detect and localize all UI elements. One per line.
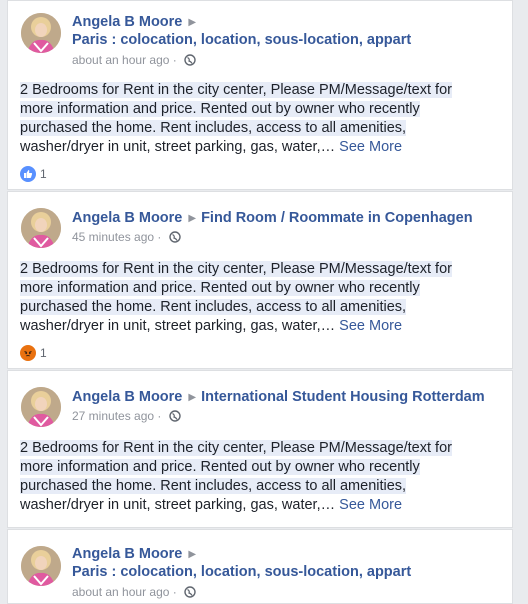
post-text-line: purchased the home. Rent includes, acces…	[20, 299, 407, 315]
post-card: Angela B Moore ▶ International Student Hou…	[7, 370, 513, 528]
post-card: Angela B Moore ▶ Find Room / Roommate in C…	[7, 191, 513, 369]
caret-right-icon: ▶	[188, 213, 197, 224]
group-name[interactable]: Find Room / Roommate in Copenhagen	[201, 210, 472, 226]
globe-icon	[184, 586, 196, 598]
post-text-line: 2 Bedrooms for Rent in the city center, …	[20, 261, 452, 277]
author-name[interactable]: Angela B Moore	[72, 14, 182, 30]
author-name[interactable]: Angela B Moore	[72, 389, 182, 405]
avatar[interactable]	[21, 387, 61, 427]
post-meta: about an hour ago ·	[72, 53, 196, 67]
post-text-line: more information and price. Rented out b…	[20, 280, 420, 296]
post-header: Angela B Moore ▶	[72, 546, 201, 562]
profile-photo-icon	[21, 387, 61, 427]
timestamp[interactable]: 27 minutes ago	[72, 409, 154, 423]
post-text-line: washer/dryer in unit, street parking, ga…	[20, 318, 340, 334]
profile-photo-icon	[21, 208, 61, 248]
post-text-line: 2 Bedrooms for Rent in the city center, …	[20, 440, 452, 456]
post-header: Angela B Moore ▶	[72, 14, 201, 30]
post-header: Angela B Moore ▶ International Student Hou…	[72, 389, 485, 405]
see-more-link[interactable]: See More	[339, 318, 402, 334]
post-card: Angela B Moore ▶ Paris : colocation, loca…	[7, 0, 513, 190]
globe-icon	[184, 54, 196, 66]
timestamp[interactable]: 45 minutes ago	[72, 230, 154, 244]
like-icon	[20, 166, 36, 182]
caret-right-icon: ▶	[188, 549, 197, 560]
see-more-link[interactable]: See More	[339, 497, 402, 513]
post-text-line: 2 Bedrooms for Rent in the city center, …	[20, 82, 452, 98]
group-name[interactable]: International Student Housing Rotterdam	[201, 389, 485, 405]
caret-right-icon: ▶	[188, 17, 197, 28]
profile-photo-icon	[21, 546, 61, 586]
timestamp[interactable]: about an hour ago	[72, 585, 169, 599]
post-text-line: purchased the home. Rent includes, acces…	[20, 120, 407, 136]
reaction-summary[interactable]: 1	[20, 345, 47, 361]
post-meta: about an hour ago ·	[72, 585, 196, 599]
author-name[interactable]: Angela B Moore	[72, 546, 182, 562]
group-name[interactable]: Paris : colocation, location, sous-locat…	[72, 32, 411, 48]
profile-photo-icon	[21, 13, 61, 53]
post-text-line: more information and price. Rented out b…	[20, 101, 420, 117]
globe-icon	[169, 410, 181, 422]
post-meta: 27 minutes ago ·	[72, 409, 181, 423]
post-text: 2 Bedrooms for Rent in the city center, …	[20, 439, 460, 515]
post-text: 2 Bedrooms for Rent in the city center, …	[20, 81, 460, 157]
reaction-count: 1	[40, 346, 47, 360]
avatar[interactable]	[21, 13, 61, 53]
timestamp[interactable]: about an hour ago	[72, 53, 169, 67]
post-meta: 45 minutes ago ·	[72, 230, 181, 244]
group-name[interactable]: Paris : colocation, location, sous-locat…	[72, 564, 411, 580]
author-name[interactable]: Angela B Moore	[72, 210, 182, 226]
avatar[interactable]	[21, 546, 61, 586]
post-header: Angela B Moore ▶ Find Room / Roommate in C…	[72, 210, 473, 226]
post-text-line: washer/dryer in unit, street parking, ga…	[20, 497, 340, 513]
post-text-line: more information and price. Rented out b…	[20, 459, 420, 475]
post-text: 2 Bedrooms for Rent in the city center, …	[20, 260, 460, 336]
post-text-line: purchased the home. Rent includes, acces…	[20, 478, 407, 494]
avatar[interactable]	[21, 208, 61, 248]
post-card: Angela B Moore ▶ Paris : colocation, loca…	[7, 529, 513, 604]
reaction-count: 1	[40, 167, 47, 181]
see-more-link[interactable]: See More	[339, 139, 402, 155]
angry-icon	[20, 345, 36, 361]
caret-right-icon: ▶	[188, 392, 197, 403]
post-text-line: washer/dryer in unit, street parking, ga…	[20, 139, 340, 155]
globe-icon	[169, 231, 181, 243]
reaction-summary[interactable]: 1	[20, 166, 47, 182]
